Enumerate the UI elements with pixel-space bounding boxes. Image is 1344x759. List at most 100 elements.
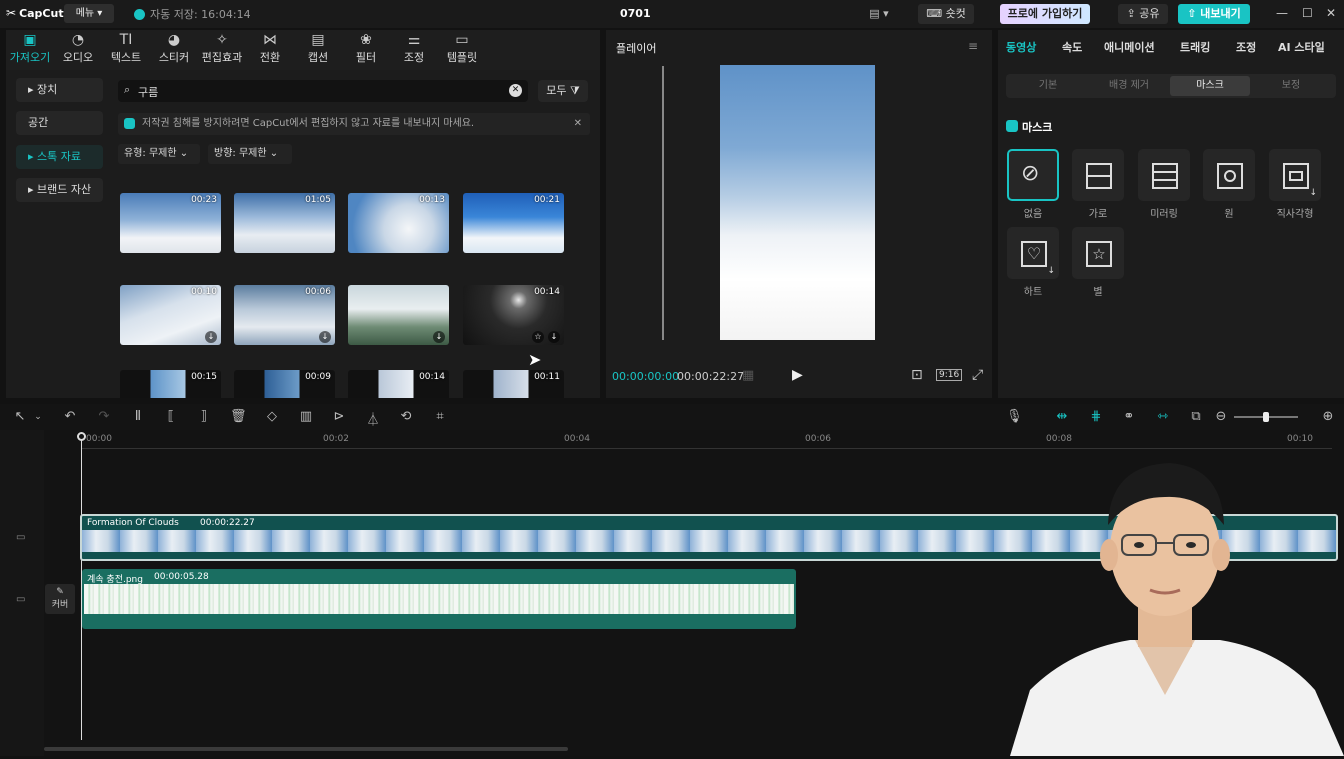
mask-star[interactable]: ☆ [1072, 227, 1124, 279]
export-button[interactable]: ⇧ 내보내기 [1178, 4, 1250, 24]
filter-all-button[interactable]: 모두 ⧩ [538, 80, 588, 102]
subtab-bg-remove[interactable]: 배경 제거 [1089, 76, 1169, 96]
stock-thumbnail[interactable]: 00:15 [120, 370, 221, 398]
tool-template[interactable]: ▭ 템플릿 [438, 31, 486, 65]
link-icon[interactable]: ⚭ [1121, 409, 1137, 424]
tab-adjust[interactable]: 조정 [1236, 39, 1256, 55]
waveform-icon[interactable]: ▦ [742, 368, 754, 383]
mask-horizontal[interactable] [1072, 149, 1124, 201]
tab-tracking[interactable]: 트래킹 [1180, 39, 1210, 55]
stock-thumbnail[interactable]: 00:11 [463, 370, 564, 398]
crop-icon[interactable]: ⌗ [432, 409, 448, 424]
video-preview[interactable] [720, 65, 875, 340]
mask-heart[interactable]: ♡ ↓ [1007, 227, 1059, 279]
split-left-icon[interactable]: ⟦ [163, 409, 179, 424]
rotate-icon[interactable]: ⟲ [398, 409, 414, 424]
fullscreen-icon[interactable]: ⤢ [972, 367, 983, 383]
delete-icon[interactable]: 🗑 [230, 409, 247, 424]
stock-thumbnail[interactable]: 00:21 [463, 193, 564, 253]
search-input[interactable]: ⌕ 구름 ✕ [118, 80, 528, 102]
stock-thumbnail[interactable]: ↓ [348, 285, 449, 345]
close-notice-icon[interactable]: ✕ [574, 113, 582, 135]
sidebar-item-brand[interactable]: ▸ 브랜드 자산 [16, 178, 103, 202]
tool-adjust[interactable]: ⚌ 조정 [390, 31, 438, 65]
tool-audio[interactable]: ◔ 오디오 [54, 31, 102, 65]
zoom-slider[interactable] [1234, 412, 1298, 422]
tab-animation[interactable]: 애니메이션 [1104, 39, 1155, 55]
play-circle-icon[interactable]: ⊳ [331, 409, 347, 424]
stock-thumbnail[interactable]: 00:10 ↓ [120, 285, 221, 345]
zoom-slider-handle[interactable] [1263, 412, 1269, 422]
mask-circle[interactable] [1203, 149, 1255, 201]
layout-button[interactable]: ▤ ▾ [864, 4, 894, 24]
minimize-icon[interactable]: — [1276, 6, 1288, 20]
download-icon[interactable]: ↓ [205, 331, 217, 343]
redo-icon[interactable]: ↷ [96, 409, 112, 424]
track-image-icon[interactable]: ▭ [16, 594, 25, 605]
link-main-icon[interactable]: ⇹ [1054, 409, 1070, 424]
tool-transition[interactable]: ⋈ 전환 [246, 31, 294, 65]
tool-text[interactable]: TI 텍스트 [102, 31, 150, 65]
stock-thumbnail[interactable]: 00:06 ↓ [234, 285, 335, 345]
mask-checkbox[interactable] [1006, 120, 1018, 132]
subtab-correction[interactable]: 보정 [1251, 76, 1331, 96]
tab-video[interactable]: 동영상 [1006, 39, 1036, 55]
stock-thumbnail[interactable]: 00:13 [348, 193, 449, 253]
sidebar-item-space[interactable]: 공간 [16, 111, 103, 135]
download-icon[interactable]: ↓ [433, 331, 445, 343]
screenshot-icon[interactable]: ⊡ [911, 367, 923, 383]
playhead-handle[interactable] [77, 432, 86, 441]
stock-thumbnail[interactable]: 00:14 ☆ ↓ [463, 285, 564, 345]
pip-icon[interactable]: ⧉ [1188, 409, 1204, 424]
maximize-icon[interactable]: ☐ [1302, 6, 1313, 20]
magnet-icon[interactable]: ⋕ [1088, 409, 1104, 424]
mark-icon[interactable]: ◇ [264, 409, 280, 424]
cover-button[interactable]: ✎ 커버 [45, 584, 75, 614]
mask-rectangle[interactable]: ↓ [1269, 149, 1321, 201]
zoom-out-icon[interactable]: ⊖ [1213, 409, 1229, 424]
stock-thumbnail[interactable]: 01:05 [234, 193, 335, 253]
track-video-icon[interactable]: ▭ [16, 532, 25, 543]
player-menu-icon[interactable]: ≡ [968, 39, 978, 53]
preview-axis-icon[interactable]: ⇿ [1155, 409, 1171, 424]
pro-button[interactable]: 프로에 가입하기 [1000, 4, 1090, 24]
play-icon[interactable]: ▶ [792, 367, 803, 383]
freeze-icon[interactable]: ▥ [298, 409, 314, 424]
tool-caption[interactable]: ▤ 캡션 [294, 31, 342, 65]
menu-button[interactable]: 메뉴 ▾ [64, 4, 114, 23]
stock-thumbnail[interactable]: 00:09 [234, 370, 335, 398]
subtab-mask[interactable]: 마스크 [1170, 76, 1250, 96]
mirror-flip-icon[interactable]: ⏃ [365, 409, 381, 428]
close-icon[interactable]: ✕ [1326, 6, 1336, 20]
shortcut-button[interactable]: ⌨ 숏컷 [918, 4, 974, 24]
clear-search-icon[interactable]: ✕ [509, 84, 522, 97]
stock-thumbnail[interactable]: 00:14 [348, 370, 449, 398]
download-icon[interactable]: ↓ [548, 331, 560, 343]
mask-mirror[interactable] [1138, 149, 1190, 201]
tool-import[interactable]: ▣ 가져오기 [6, 31, 54, 65]
tab-speed[interactable]: 속도 [1062, 39, 1082, 55]
share-button[interactable]: ⇪ 공유 [1118, 4, 1168, 24]
microphone-icon[interactable]: 🎙 [1006, 409, 1023, 424]
tab-ai-style[interactable]: AI 스타일 [1278, 39, 1325, 55]
chevron-down-icon[interactable]: ⌄ [30, 412, 46, 422]
split-icon[interactable]: Ⅱ [130, 409, 146, 424]
type-filter-dropdown[interactable]: 유형: 무제한 ⌄ [118, 144, 200, 164]
stock-thumbnail[interactable]: 00:23 [120, 193, 221, 253]
image-clip[interactable]: 계속 충전.png 00:00:05.28 [82, 569, 796, 629]
tool-effects[interactable]: ✧ 편집효과 [198, 31, 246, 65]
select-tool-icon[interactable]: ↖ [12, 409, 28, 424]
sidebar-item-stock[interactable]: ▸ 스톡 자료 [16, 145, 103, 169]
tool-sticker[interactable]: ◕ 스티커 [150, 31, 198, 65]
split-right-icon[interactable]: ⟧ [196, 409, 212, 424]
direction-filter-dropdown[interactable]: 방향: 무제한 ⌄ [208, 144, 292, 164]
timeline-scrollbar[interactable] [44, 747, 568, 751]
favorite-icon[interactable]: ☆ [532, 331, 544, 343]
download-icon[interactable]: ↓ [319, 331, 331, 343]
zoom-in-icon[interactable]: ⊕ [1320, 409, 1336, 424]
aspect-ratio-button[interactable]: 9:16 [936, 369, 963, 381]
tool-filter[interactable]: ❀ 필터 [342, 31, 390, 65]
sidebar-item-device[interactable]: ▸ 장치 [16, 78, 103, 102]
undo-icon[interactable]: ↶ [62, 409, 78, 424]
subtab-basic[interactable]: 기본 [1008, 76, 1088, 96]
